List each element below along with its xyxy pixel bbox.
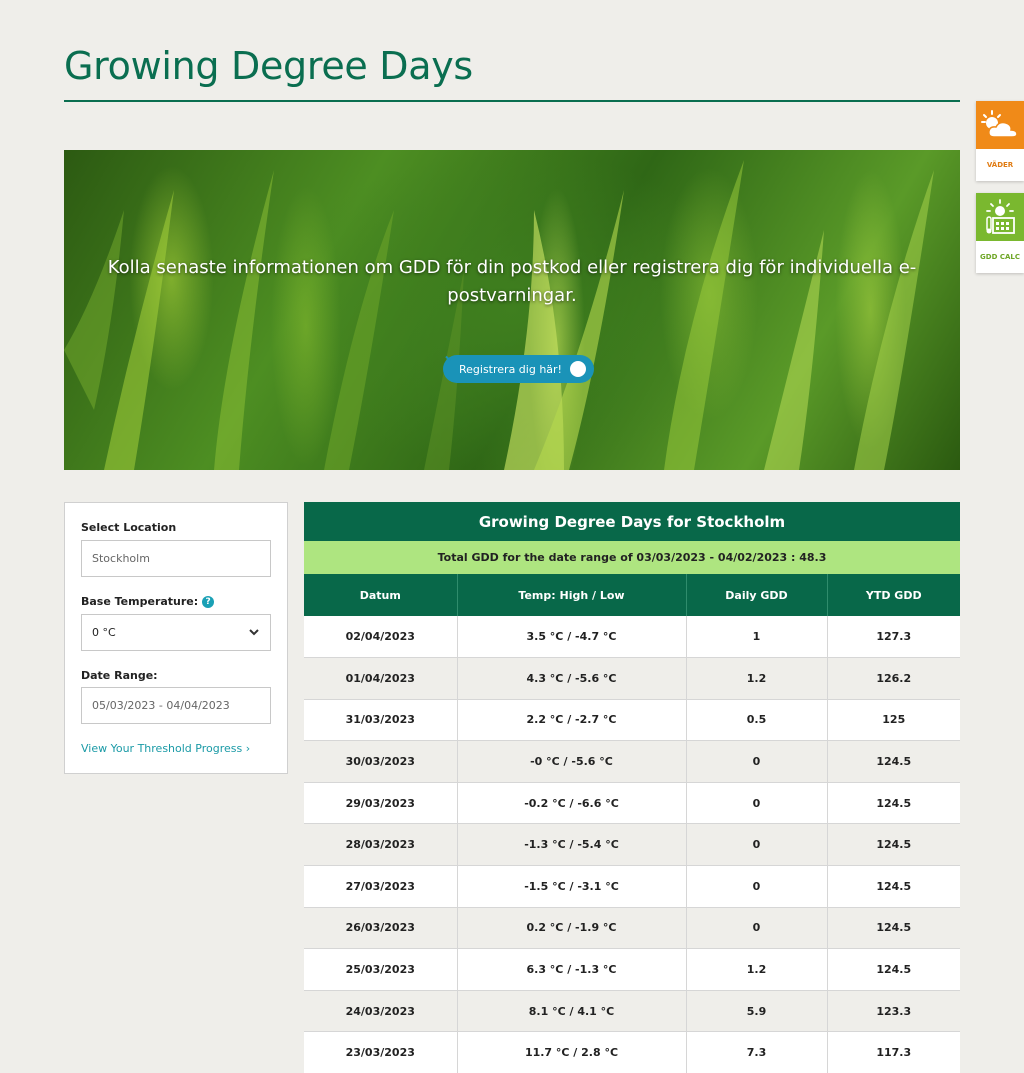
ytd-gdd-cell: 117.3 bbox=[827, 1031, 960, 1073]
temp-cell: -1.3 °C / -5.4 °C bbox=[457, 823, 687, 867]
date-cell: 28/03/2023 bbox=[304, 823, 458, 867]
date-range-value: 05/03/2023 - 04/04/2023 bbox=[92, 699, 230, 712]
daily-gdd-cell: 5.9 bbox=[686, 990, 828, 1033]
filter-panel: Select Location Stockholm Base Temperatu… bbox=[64, 502, 288, 774]
page-title: Growing Degree Days bbox=[64, 44, 473, 88]
ytd-gdd-cell: 123.3 bbox=[827, 990, 960, 1033]
base-temp-label-row: Base Temperature: ? bbox=[81, 595, 215, 608]
table-row: 31/03/2023 2.2 °C / -2.7 °C 0.5 125 bbox=[304, 699, 960, 742]
gdd-calc-widget[interactable]: GDD CALC bbox=[976, 193, 1024, 273]
temp-cell: 6.3 °C / -1.3 °C bbox=[457, 948, 687, 991]
hero-banner: Kolla senaste informationen om GDD för d… bbox=[64, 150, 960, 470]
ytd-gdd-cell: 124.5 bbox=[827, 782, 960, 825]
help-icon[interactable]: ? bbox=[202, 595, 215, 608]
weather-widget[interactable]: VÄDER bbox=[976, 101, 1024, 181]
date-cell: 30/03/2023 bbox=[304, 740, 458, 783]
table-row: 02/04/2023 3.5 °C / -4.7 °C 1 127.3 bbox=[304, 616, 960, 659]
daily-gdd-cell: 0 bbox=[686, 740, 828, 783]
table-row: 27/03/2023 -1.5 °C / -3.1 °C 0 124.5 bbox=[304, 865, 960, 908]
date-cell: 27/03/2023 bbox=[304, 865, 458, 908]
ytd-gdd-cell: 124.5 bbox=[827, 740, 960, 783]
date-cell: 24/03/2023 bbox=[304, 990, 458, 1033]
table-row: 23/03/2023 11.7 °C / 2.8 °C 7.3 117.3 bbox=[304, 1031, 960, 1073]
location-label: Select Location bbox=[81, 521, 177, 534]
temp-cell: 0.2 °C / -1.9 °C bbox=[457, 907, 687, 950]
column-header[interactable]: YTD GDD bbox=[827, 574, 960, 616]
table-row: 24/03/2023 8.1 °C / 4.1 °C 5.9 123.3 bbox=[304, 990, 960, 1033]
daily-gdd-cell: 1.2 bbox=[686, 948, 828, 991]
location-input-value: Stockholm bbox=[92, 552, 150, 565]
table-row: 25/03/2023 6.3 °C / -1.3 °C 1.2 124.5 bbox=[304, 948, 960, 991]
temp-cell: -0.2 °C / -6.6 °C bbox=[457, 782, 687, 825]
date-cell: 29/03/2023 bbox=[304, 782, 458, 825]
date-range-input[interactable]: 05/03/2023 - 04/04/2023 bbox=[81, 687, 271, 724]
date-cell: 01/04/2023 bbox=[304, 657, 458, 700]
table-row: 01/04/2023 4.3 °C / -5.6 °C 1.2 126.2 bbox=[304, 657, 960, 700]
title-divider bbox=[64, 100, 960, 102]
threshold-progress-link[interactable]: View Your Threshold Progress › bbox=[81, 742, 250, 755]
ytd-gdd-cell: 124.5 bbox=[827, 823, 960, 867]
date-range-label: Date Range: bbox=[81, 669, 158, 682]
daily-gdd-cell: 1.2 bbox=[686, 657, 828, 700]
temp-cell: 4.3 °C / -5.6 °C bbox=[457, 657, 687, 700]
weather-widget-label: VÄDER bbox=[986, 161, 1014, 169]
date-cell: 26/03/2023 bbox=[304, 907, 458, 950]
weather-sun-cloud-icon bbox=[976, 101, 1024, 149]
register-button-label: Registrera dig här! bbox=[459, 362, 562, 376]
ytd-gdd-cell: 127.3 bbox=[827, 616, 960, 659]
daily-gdd-cell: 0 bbox=[686, 823, 828, 867]
table-row: 30/03/2023 -0 °C / -5.6 °C 0 124.5 bbox=[304, 740, 960, 783]
ytd-gdd-cell: 124.5 bbox=[827, 865, 960, 908]
daily-gdd-cell: 7.3 bbox=[686, 1031, 828, 1073]
date-cell: 31/03/2023 bbox=[304, 699, 458, 742]
daily-gdd-cell: 0 bbox=[686, 782, 828, 825]
temp-cell: 2.2 °C / -2.7 °C bbox=[457, 699, 687, 742]
date-cell: 23/03/2023 bbox=[304, 1031, 458, 1073]
ytd-gdd-cell: 125 bbox=[827, 699, 960, 742]
table-row: 29/03/2023 -0.2 °C / -6.6 °C 0 124.5 bbox=[304, 782, 960, 825]
temp-cell: -0 °C / -5.6 °C bbox=[457, 740, 687, 783]
table-header-row: Datum Temp: High / Low Daily GDD YTD GDD bbox=[304, 574, 960, 616]
daily-gdd-cell: 0.5 bbox=[686, 699, 828, 742]
ytd-gdd-cell: 124.5 bbox=[827, 948, 960, 991]
ytd-gdd-cell: 124.5 bbox=[827, 907, 960, 950]
date-cell: 25/03/2023 bbox=[304, 948, 458, 991]
gdd-table: Datum Temp: High / Low Daily GDD YTD GDD… bbox=[304, 574, 960, 1073]
hero-text: Kolla senaste informationen om GDD för d… bbox=[107, 257, 917, 306]
base-temp-value: 0 °C bbox=[92, 626, 116, 639]
gdd-calculator-icon bbox=[976, 193, 1024, 241]
gdd-calc-widget-label: GDD CALC bbox=[980, 253, 1020, 261]
chevron-down-icon bbox=[248, 626, 260, 639]
daily-gdd-cell: 0 bbox=[686, 865, 828, 908]
register-button[interactable]: Registrera dig här! bbox=[443, 355, 594, 383]
table-title: Growing Degree Days for Stockholm bbox=[304, 502, 960, 541]
grass-background bbox=[64, 160, 934, 470]
base-temp-select[interactable]: 0 °C bbox=[81, 614, 271, 651]
column-header[interactable]: Temp: High / Low bbox=[457, 574, 687, 616]
ytd-gdd-cell: 126.2 bbox=[827, 657, 960, 700]
base-temp-label: Base Temperature: bbox=[81, 595, 199, 608]
column-header[interactable]: Datum bbox=[304, 574, 458, 616]
daily-gdd-cell: 0 bbox=[686, 907, 828, 950]
temp-cell: 3.5 °C / -4.7 °C bbox=[457, 616, 687, 659]
temp-cell: -1.5 °C / -3.1 °C bbox=[457, 865, 687, 908]
temp-cell: 11.7 °C / 2.8 °C bbox=[457, 1031, 687, 1073]
location-input[interactable]: Stockholm bbox=[81, 540, 271, 577]
column-header[interactable]: Daily GDD bbox=[686, 574, 828, 616]
table-total: Total GDD for the date range of 03/03/20… bbox=[304, 541, 960, 574]
table-row: 28/03/2023 -1.3 °C / -5.4 °C 0 124.5 bbox=[304, 823, 960, 867]
daily-gdd-cell: 1 bbox=[686, 616, 828, 659]
date-cell: 02/04/2023 bbox=[304, 616, 458, 659]
table-row: 26/03/2023 0.2 °C / -1.9 °C 0 124.5 bbox=[304, 907, 960, 950]
chevron-right-icon bbox=[445, 355, 586, 377]
gdd-table-section: Growing Degree Days for Stockholm Total … bbox=[304, 502, 960, 1073]
temp-cell: 8.1 °C / 4.1 °C bbox=[457, 990, 687, 1033]
